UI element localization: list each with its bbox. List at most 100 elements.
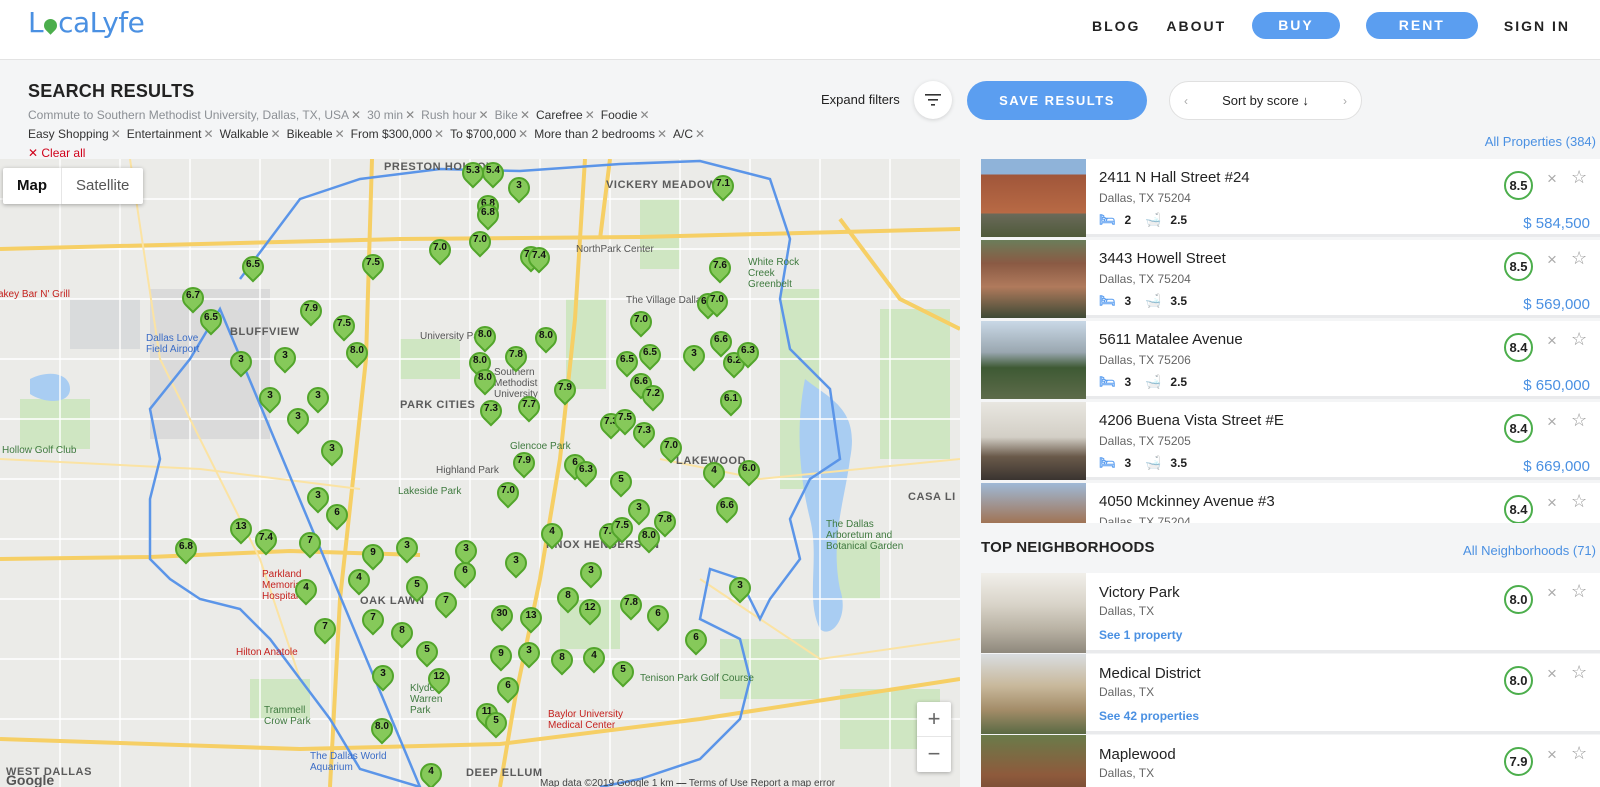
map-marker[interactable]: 6.6 <box>711 492 743 524</box>
map-marker[interactable]: 3 <box>225 346 257 378</box>
property-address[interactable]: 5611 Matalee Avenue <box>1099 331 1243 348</box>
property-photo[interactable] <box>981 402 1086 480</box>
remove-icon[interactable]: × <box>1547 331 1557 351</box>
neighborhood-photo[interactable] <box>981 735 1086 787</box>
property-photo[interactable] <box>981 159 1086 237</box>
neighborhood-name[interactable]: Victory Park <box>1099 584 1180 601</box>
remove-icon[interactable]: × <box>1547 412 1557 432</box>
map-marker[interactable]: 8.0 <box>530 322 562 354</box>
map-marker[interactable]: 6 <box>449 557 481 589</box>
map-attribution[interactable]: Map data ©2019 Google 1 km ⎯⎯ Terms of U… <box>540 778 835 787</box>
map-marker[interactable]: 30 <box>486 600 518 632</box>
map-marker[interactable]: 3 <box>316 435 348 467</box>
map-marker[interactable]: 7 <box>294 527 326 559</box>
remove-filter-icon[interactable]: ✕ <box>271 127 281 141</box>
map-marker[interactable]: 7.0 <box>655 432 687 464</box>
neighborhood-card[interactable]: Victory Park Dallas, TX See 1 property 8.0 ×… <box>981 573 1600 653</box>
property-address[interactable]: 3443 Howell Street <box>1099 250 1226 267</box>
map-marker[interactable]: 6.3 <box>732 337 764 369</box>
map-marker[interactable]: 8.0 <box>469 321 501 353</box>
remove-icon[interactable]: × <box>1547 169 1557 189</box>
nav-blog[interactable]: BLOG <box>1092 18 1140 34</box>
remove-icon[interactable]: × <box>1547 583 1557 603</box>
map-marker[interactable]: 3 <box>503 172 535 204</box>
map-marker[interactable]: 4 <box>698 457 730 489</box>
zoom-in-button[interactable]: + <box>917 702 951 737</box>
remove-filter-icon[interactable]: ✕ <box>518 127 528 141</box>
property-address[interactable]: 4206 Buena Vista Street #E <box>1099 412 1284 429</box>
property-card[interactable]: 4050 Mckinney Avenue #3 Dallas, TX 75204 8… <box>981 483 1600 523</box>
map-marker[interactable]: 6 <box>642 600 674 632</box>
property-card[interactable]: 3443 Howell Street Dallas, TX 75204 🛏 3 🛁 3.5… <box>981 240 1600 318</box>
property-card[interactable]: 2411 N Hall Street #24 Dallas, TX 75204 🛏 2… <box>981 159 1600 237</box>
star-icon[interactable]: ☆ <box>1571 410 1587 431</box>
map-marker[interactable]: 8 <box>386 617 418 649</box>
map-marker[interactable]: 5 <box>411 636 443 668</box>
map-marker[interactable]: 7.4 <box>523 242 555 274</box>
map-marker[interactable]: 3 <box>254 382 286 414</box>
map-marker[interactable]: 8 <box>546 644 578 676</box>
star-icon[interactable]: ☆ <box>1571 581 1587 602</box>
filter-toggle-button[interactable] <box>914 81 952 119</box>
remove-filter-icon[interactable]: ✕ <box>479 108 489 122</box>
star-icon[interactable]: ☆ <box>1571 248 1587 269</box>
remove-filter-icon[interactable]: ✕ <box>351 108 361 122</box>
map-marker[interactable]: 5 <box>605 466 637 498</box>
star-icon[interactable]: ☆ <box>1571 743 1587 764</box>
remove-filter-icon[interactable]: ✕ <box>335 127 345 141</box>
map-marker[interactable]: 7.3 <box>628 417 660 449</box>
map-marker[interactable]: 7.0 <box>424 234 456 266</box>
map-marker[interactable]: 3 <box>678 340 710 372</box>
expand-filters-link[interactable]: Expand filters <box>821 92 900 107</box>
map-marker[interactable]: 7.1 <box>707 170 739 202</box>
map-type-satellite-button[interactable]: Satellite <box>62 168 143 204</box>
map-marker[interactable]: 3 <box>500 547 532 579</box>
map-marker[interactable]: 7 <box>357 604 389 636</box>
localyfe-logo[interactable]: LcaLyfe <box>28 6 145 39</box>
map-marker[interactable]: 7.0 <box>701 286 733 318</box>
nav-buy-button[interactable]: BUY <box>1252 12 1340 39</box>
map-marker[interactable]: 8.0 <box>341 337 373 369</box>
map-marker[interactable]: 7.0 <box>492 477 524 509</box>
property-photo[interactable] <box>981 483 1086 523</box>
map-marker[interactable]: 6 <box>680 624 712 656</box>
map-marker[interactable]: 6.8 <box>472 199 504 231</box>
map-marker[interactable]: 3 <box>302 382 334 414</box>
neighborhood-photo[interactable] <box>981 654 1086 734</box>
map-marker[interactable]: 3 <box>391 532 423 564</box>
map-marker[interactable]: 4 <box>536 518 568 550</box>
map-marker[interactable]: 7 <box>309 613 341 645</box>
star-icon[interactable]: ☆ <box>1571 329 1587 350</box>
remove-filter-icon[interactable]: ✕ <box>405 108 415 122</box>
map-marker[interactable]: 7.8 <box>615 589 647 621</box>
map-marker[interactable]: 6 <box>321 499 353 531</box>
star-icon[interactable]: ☆ <box>1571 167 1587 188</box>
map-marker[interactable]: 12 <box>423 663 455 695</box>
remove-filter-icon[interactable]: ✕ <box>111 127 121 141</box>
map-marker[interactable]: 12 <box>574 594 606 626</box>
property-card[interactable]: 5611 Matalee Avenue Dallas, TX 75206 🛏 3 🛁 2.… <box>981 321 1600 399</box>
remove-icon[interactable]: × <box>1547 250 1557 270</box>
map-type-map-button[interactable]: Map <box>3 168 62 204</box>
all-properties-link[interactable]: All Properties (384) <box>1485 134 1596 149</box>
chevron-left-icon[interactable]: ‹ <box>1184 94 1188 108</box>
map-marker[interactable]: 9 <box>485 640 517 672</box>
clear-all-filters-link[interactable]: ✕ Clear all <box>28 146 85 160</box>
remove-filter-icon[interactable]: ✕ <box>520 108 530 122</box>
property-photo[interactable] <box>981 321 1086 399</box>
map-marker[interactable]: 8.0 <box>366 713 398 745</box>
see-properties-link[interactable]: See 1 property <box>1099 628 1182 642</box>
map-marker[interactable]: 7.5 <box>328 310 360 342</box>
map-marker[interactable]: 6.5 <box>634 339 666 371</box>
neighborhood-photo[interactable] <box>981 573 1086 653</box>
map-marker[interactable]: 7.5 <box>357 249 389 281</box>
neighborhood-name[interactable]: Maplewood <box>1099 746 1176 763</box>
map-marker[interactable]: 6.5 <box>195 304 227 336</box>
zoom-out-button[interactable]: − <box>917 737 951 772</box>
neighborhood-card[interactable]: Maplewood Dallas, TX 7.9 × ☆ <box>981 735 1600 787</box>
neighborhood-card[interactable]: Medical District Dallas, TX See 42 propert… <box>981 654 1600 734</box>
map-marker[interactable]: 7.0 <box>464 226 496 258</box>
map-marker[interactable]: 7.7 <box>513 391 545 423</box>
map-marker[interactable]: 6.5 <box>237 251 269 283</box>
remove-filter-icon[interactable]: ✕ <box>639 108 649 122</box>
